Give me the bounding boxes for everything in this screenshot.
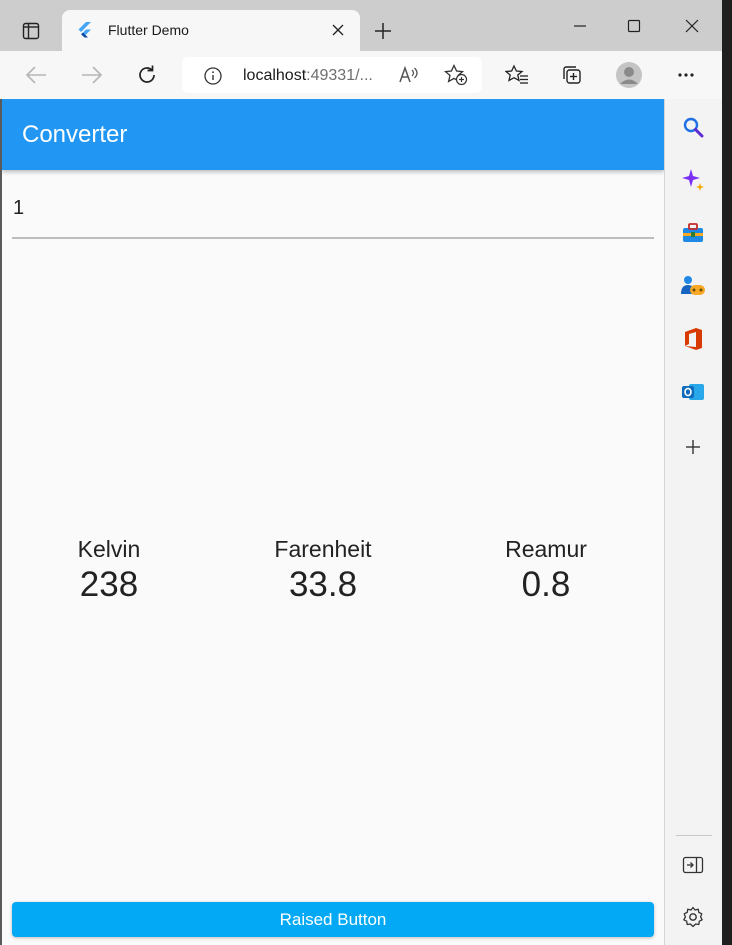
url-port-path: :49331/... [306, 67, 373, 84]
temperature-input[interactable]: 1 [12, 195, 654, 239]
more-button[interactable] [670, 59, 702, 91]
outlook-icon [682, 384, 704, 400]
background-window-edge [722, 0, 732, 945]
sidebar-outlook-button[interactable] [678, 377, 708, 407]
url-host: localhost [243, 67, 307, 84]
sidebar-hide-button[interactable] [678, 850, 708, 880]
tab-close-button[interactable] [326, 18, 350, 42]
maximize-button[interactable] [614, 8, 654, 44]
search-icon [683, 117, 704, 138]
tools-icon [683, 223, 703, 242]
raised-button[interactable]: Raised Button [12, 902, 654, 937]
back-arrow-icon [25, 66, 46, 84]
sidebar-tools-button[interactable] [678, 218, 708, 248]
browser-window: Flutter Demo localhost:49331/... Convert… [0, 0, 722, 945]
plus-icon [375, 23, 391, 39]
reaumur-value: 0.8 [521, 565, 571, 604]
sidebar-games-button[interactable] [678, 271, 708, 301]
add-favorite-icon[interactable] [444, 64, 468, 86]
navigation-bar: localhost:49331/... [0, 51, 722, 99]
tab-actions-icon [22, 22, 40, 40]
tab-strip: Flutter Demo [0, 0, 722, 51]
maximize-icon [627, 19, 641, 33]
edge-sidebar [664, 99, 722, 945]
read-aloud-icon[interactable] [398, 65, 420, 85]
url-text: localhost:49331/... [243, 67, 373, 85]
kelvin-label: Kelvin [77, 536, 141, 562]
reaumur-readout: Reamur 0.8 [446, 535, 646, 607]
sidebar-settings-button[interactable] [678, 902, 708, 932]
fahrenheit-readout: Farenheit 33.8 [223, 535, 423, 607]
address-bar[interactable]: localhost:49331/... [182, 57, 482, 93]
sidebar-add-button[interactable] [678, 432, 708, 462]
reaumur-label: Reamur [505, 536, 587, 562]
refresh-icon [139, 65, 155, 83]
window-close-icon [685, 19, 699, 33]
more-icon [678, 73, 694, 77]
fahrenheit-value: 33.8 [288, 565, 358, 604]
games-icon [681, 276, 705, 295]
page-viewport: Converter 1 Kelvin 238 Farenheit 33.8 Re… [2, 99, 664, 945]
kelvin-value: 238 [79, 565, 139, 604]
window-close-button[interactable] [672, 8, 712, 44]
fahrenheit-label: Farenheit [274, 536, 372, 562]
sidebar-search-button[interactable] [678, 112, 708, 142]
refresh-button[interactable] [131, 59, 163, 91]
info-icon[interactable] [204, 67, 222, 85]
minimize-button[interactable] [560, 8, 600, 44]
kelvin-readout: Kelvin 238 [9, 535, 209, 607]
sidebar-copilot-button[interactable] [678, 165, 708, 195]
sidebar-divider [676, 835, 712, 836]
close-icon [332, 24, 344, 36]
forward-button[interactable] [76, 59, 108, 91]
hide-sidebar-icon [682, 856, 704, 874]
tab-title: Flutter Demo [108, 22, 189, 38]
profile-avatar-icon [616, 62, 642, 88]
window-left-edge [0, 99, 2, 945]
forward-arrow-icon [82, 66, 103, 84]
profile-button[interactable] [613, 59, 645, 91]
settings-icon [683, 906, 703, 928]
collections-button[interactable] [556, 59, 588, 91]
collections-icon [563, 66, 581, 84]
new-tab-button[interactable] [368, 16, 398, 46]
copilot-sparkle-icon [682, 169, 704, 191]
favorites-icon [505, 64, 528, 84]
sidebar-office-button[interactable] [678, 324, 708, 354]
browser-tab[interactable]: Flutter Demo [62, 10, 360, 51]
office-icon [685, 328, 702, 350]
tab-actions-button[interactable] [14, 14, 48, 48]
add-icon [686, 440, 700, 454]
minimize-icon [574, 25, 586, 27]
flutter-logo-icon [78, 22, 91, 38]
favorites-button[interactable] [501, 59, 533, 91]
app-bar: Converter [2, 99, 664, 170]
app-title: Converter [22, 121, 128, 148]
back-button[interactable] [20, 59, 52, 91]
